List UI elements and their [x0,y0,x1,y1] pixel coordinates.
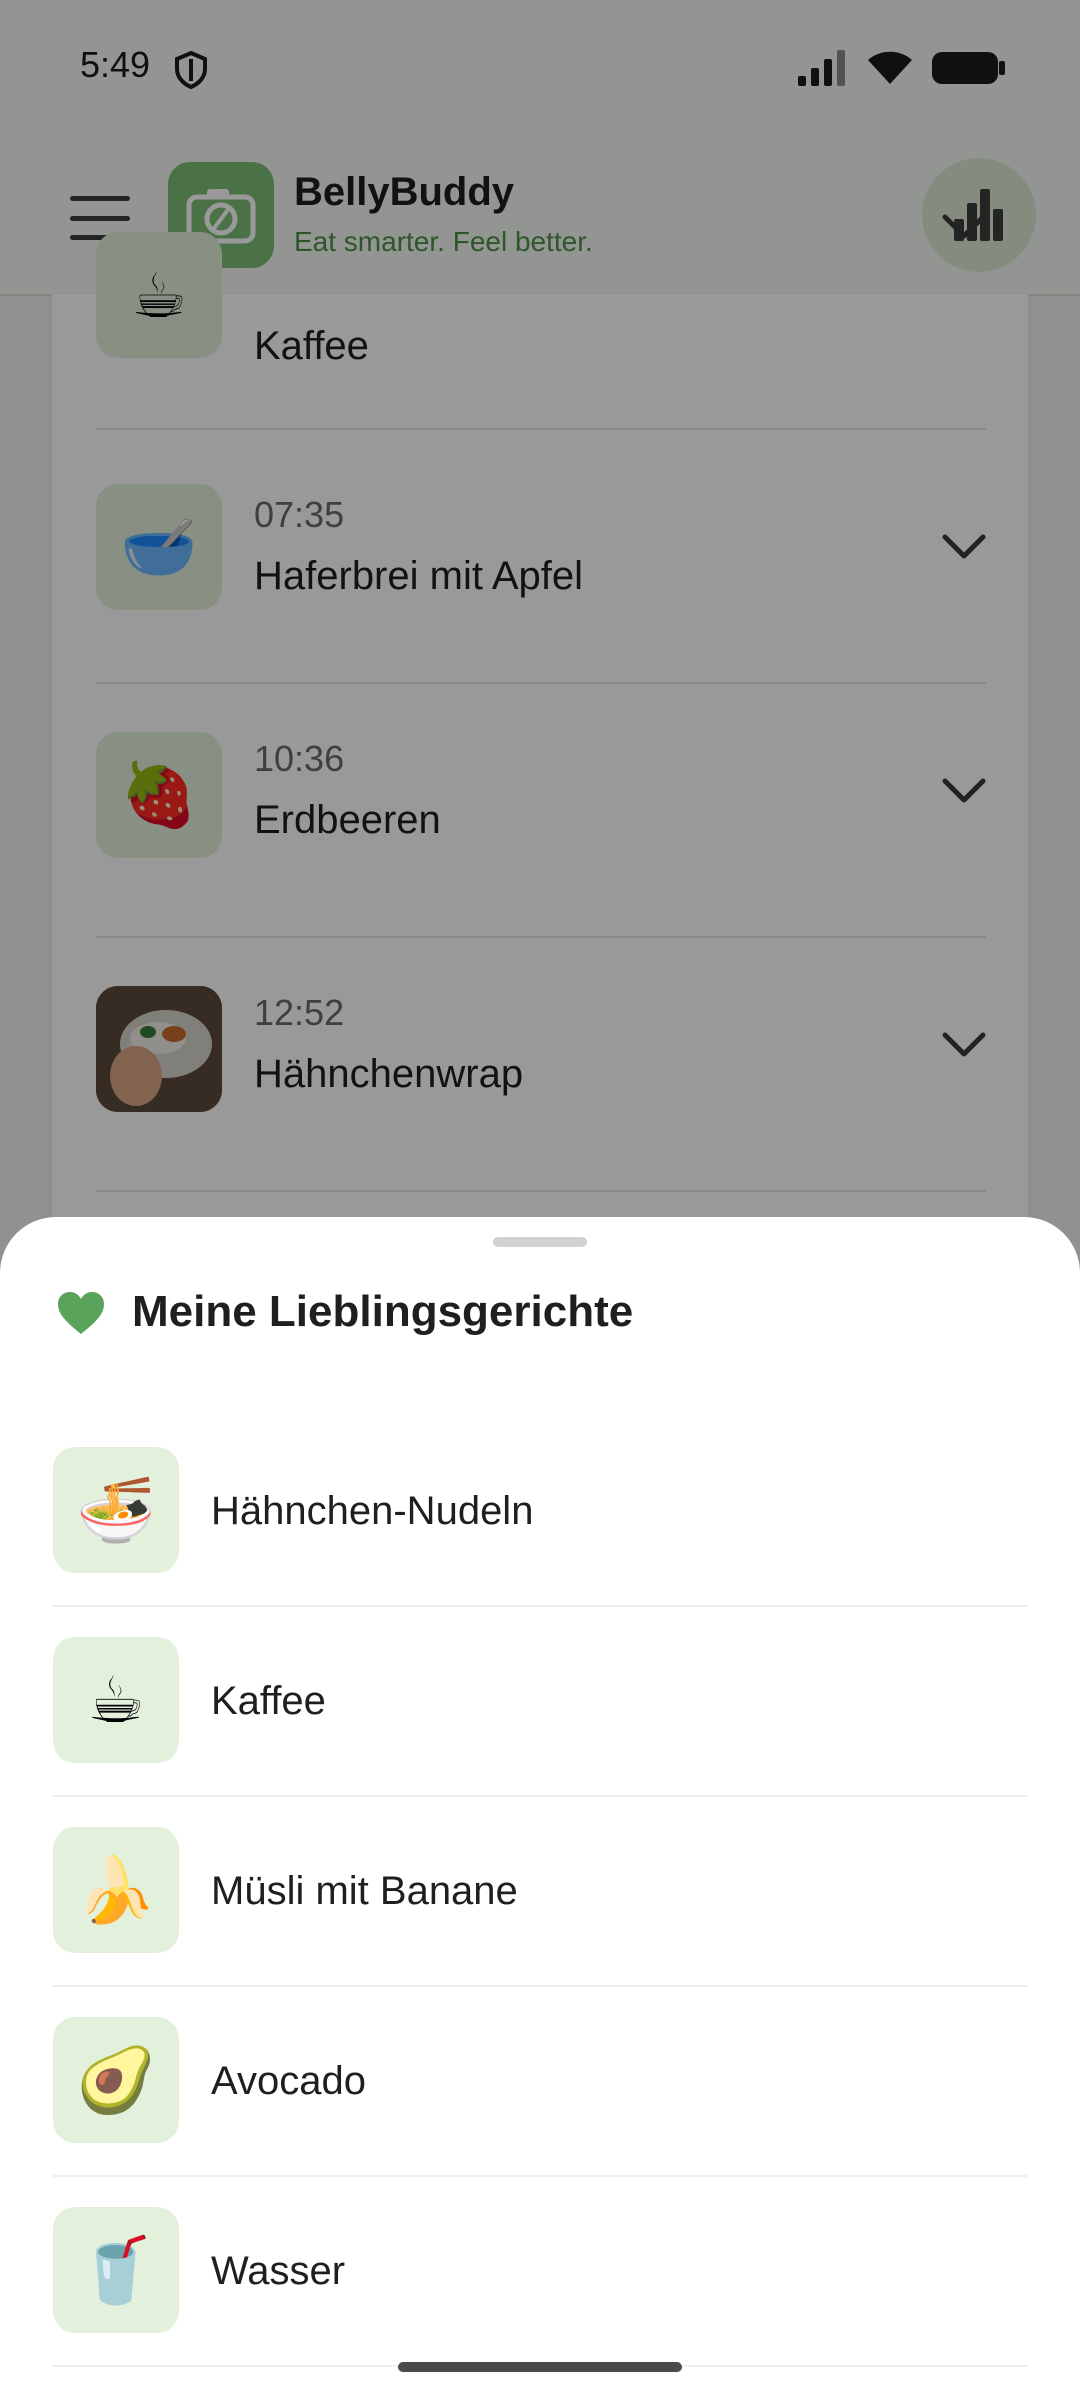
drag-handle[interactable] [493,1237,587,1247]
favorite-name: Kaffee [211,1678,326,1723]
heart-icon [58,1292,104,1334]
favorite-item-wasser[interactable]: 🥤 Wasser [53,2177,1027,2367]
favorite-name: Avocado [211,2058,366,2103]
favorite-item-haehnchen-nudeln[interactable]: 🍜 Hähnchen-Nudeln [53,1417,1027,1607]
favorite-name: Wasser [211,2248,346,2293]
noodles-icon: 🍜 [53,1447,179,1573]
water-cup-icon: 🥤 [53,2207,179,2333]
sheet-title: Meine Lieblingsgerichte [132,1287,634,1336]
favorite-item-kaffee[interactable]: ☕ Kaffee [53,1607,1027,1797]
home-indicator[interactable] [398,2362,682,2372]
banana-icon: 🍌 [53,1827,179,1953]
favorite-item-avocado[interactable]: 🥑 Avocado [53,1987,1027,2177]
favorites-list: 🍜 Hähnchen-Nudeln ☕ Kaffee 🍌 Müsli mit B… [53,1417,1027,2367]
favorite-item-muesli-mit-banane[interactable]: 🍌 Müsli mit Banane [53,1797,1027,1987]
favorite-name: Hähnchen-Nudeln [211,1488,534,1533]
favorites-bottom-sheet: Meine Lieblingsgerichte 🍜 Hähnchen-Nudel… [0,1217,1080,2400]
favorite-name: Müsli mit Banane [211,1868,518,1913]
coffee-icon: ☕ [53,1637,179,1763]
avocado-icon: 🥑 [53,2017,179,2143]
